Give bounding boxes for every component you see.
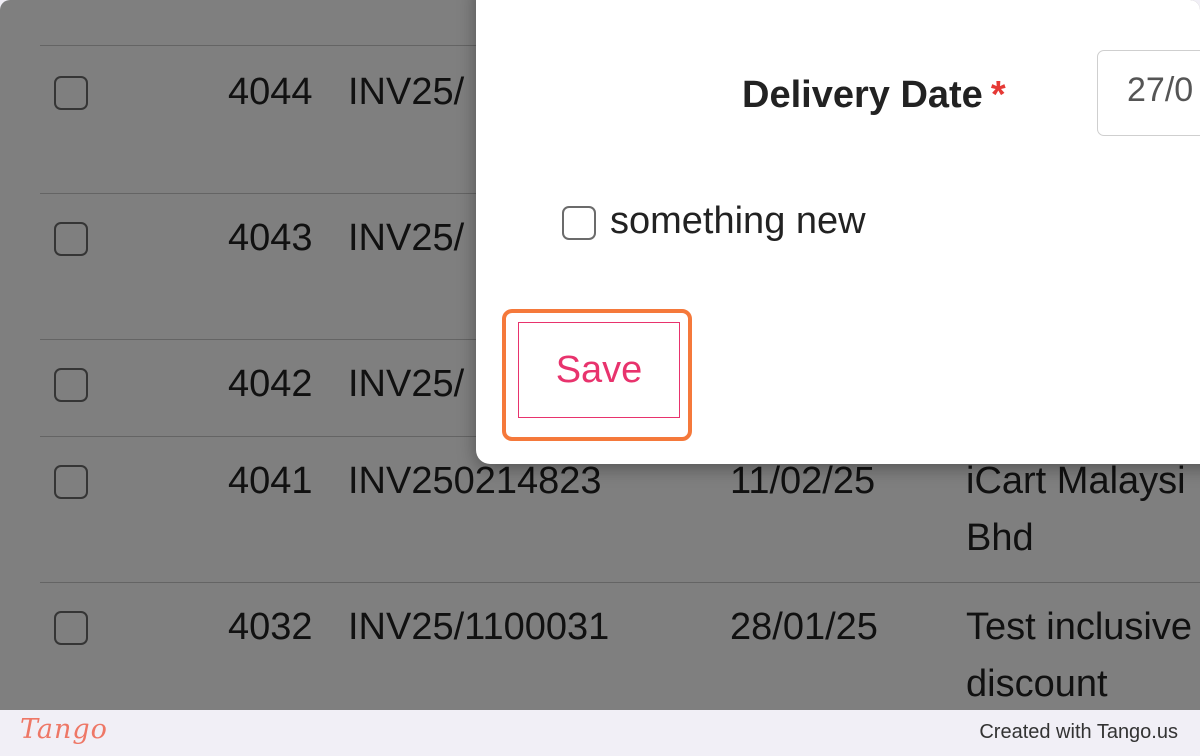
tango-logo: Tango [20,714,108,745]
delivery-date-input[interactable]: 27/0 [1097,50,1200,136]
required-mark: * [990,74,1006,116]
something-new-checkbox[interactable] [562,206,596,240]
delivery-modal: Delivery Date * 27/0 something new Save [476,0,1200,464]
delivery-date-label: Delivery Date * [742,74,1006,117]
footer-credit: Created with Tango.us [979,721,1178,743]
save-button[interactable]: Save [518,322,680,418]
something-new-label: something new [610,200,866,242]
app-screen: 4044 INV25/ 4043 INV25/ 4042 INV25/ 4041… [0,0,1200,710]
delivery-date-label-text: Delivery Date [742,74,983,116]
footer-bar: Tango Created with Tango.us [0,710,1200,756]
